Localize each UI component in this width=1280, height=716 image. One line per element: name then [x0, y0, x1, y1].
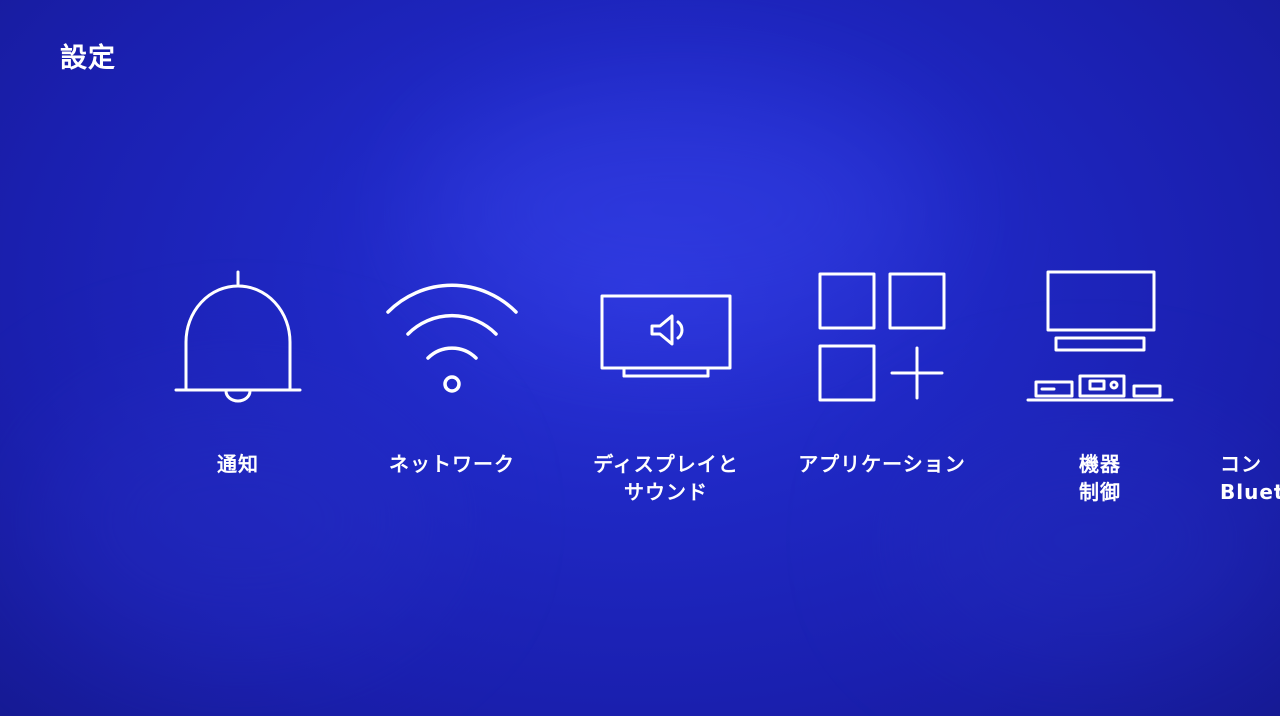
label-line: 機器: [1079, 452, 1121, 476]
apps-grid-icon: [792, 262, 972, 412]
menu-item-controllers-bluetooth[interactable]: コン Bluet: [1192, 262, 1280, 522]
label-line: 制御: [1079, 480, 1121, 504]
settings-screen: 設定 通知 ネットワーク ディスプレイと サウンド アプリケーション 機器 制御…: [0, 0, 1280, 716]
menu-item-label: アプリケーション: [792, 450, 972, 478]
label-line: コン: [1220, 452, 1262, 476]
menu-item-applications[interactable]: アプリケーション: [792, 262, 972, 522]
label-line: 通知: [217, 452, 259, 476]
menu-item-device-control[interactable]: 機器 制御: [1010, 262, 1190, 522]
menu-item-label: コン Bluet: [1220, 450, 1280, 506]
menu-item-label: 機器 制御: [1010, 450, 1190, 506]
label-line: アプリケーション: [798, 452, 966, 476]
home-theater-icon: [1010, 262, 1190, 412]
menu-item-label: ディスプレイと サウンド: [576, 450, 756, 506]
wifi-icon: [362, 262, 542, 412]
label-line: サウンド: [624, 480, 708, 504]
menu-item-label: ネットワーク: [362, 450, 542, 478]
label-line: ディスプレイと: [593, 452, 739, 476]
label-line: ネットワーク: [389, 452, 515, 476]
label-line: Bluet: [1220, 480, 1280, 504]
tv-speaker-icon: [576, 262, 756, 412]
menu-item-network[interactable]: ネットワーク: [362, 262, 542, 522]
settings-menu: 通知 ネットワーク ディスプレイと サウンド アプリケーション 機器 制御 コン…: [0, 0, 1280, 716]
bell-icon: [148, 262, 328, 412]
menu-item-label: 通知: [148, 450, 328, 478]
menu-item-notifications[interactable]: 通知: [148, 262, 328, 522]
menu-item-display-sound[interactable]: ディスプレイと サウンド: [576, 262, 756, 522]
